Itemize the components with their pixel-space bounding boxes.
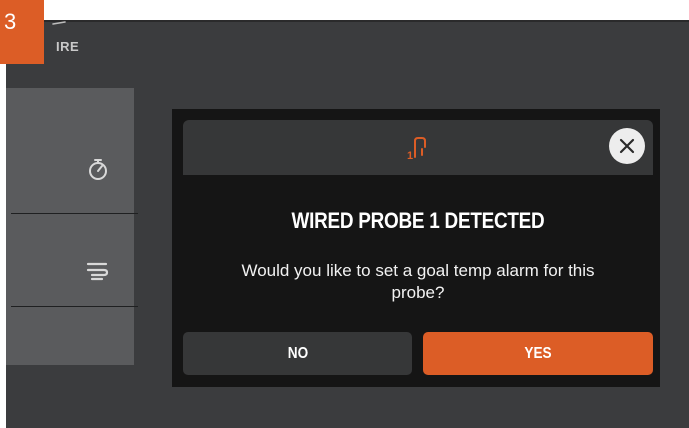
timer-icon[interactable]	[85, 156, 111, 182]
smoke-icon[interactable]	[84, 258, 110, 284]
brand-text: IRE	[56, 39, 80, 54]
close-button[interactable]	[609, 128, 645, 164]
yes-button-label: YES	[524, 344, 552, 362]
close-icon	[619, 138, 635, 154]
side-divider	[11, 213, 138, 214]
side-divider	[11, 306, 138, 307]
no-button[interactable]: NO	[183, 332, 412, 375]
step-number-badge: 3	[0, 0, 44, 64]
yes-button[interactable]: YES	[423, 332, 653, 375]
modal-title: WIRED PROBE 1 DETECTED	[291, 208, 545, 233]
svg-text:1: 1	[407, 150, 413, 161]
top-strip	[6, 20, 689, 22]
no-button-label: NO	[287, 344, 308, 362]
probe-1-icon: 1	[407, 137, 426, 161]
modal-message: Would you like to set a goal temp alarm …	[241, 261, 595, 302]
side-panel	[6, 88, 134, 365]
brand-mark-icon	[52, 21, 66, 25]
step-number: 3	[4, 9, 17, 34]
